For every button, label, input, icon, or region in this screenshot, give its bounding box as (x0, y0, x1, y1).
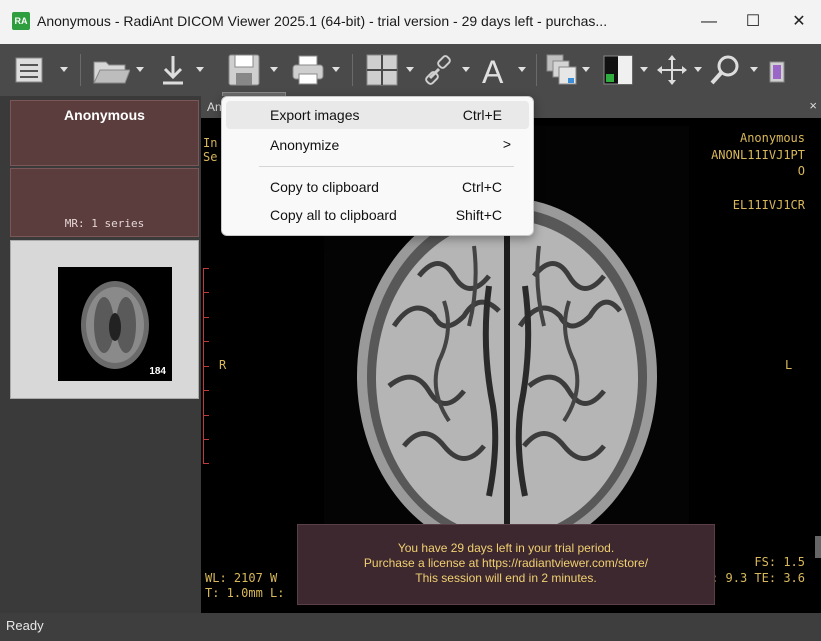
text-annotation-icon[interactable]: A (478, 52, 514, 88)
open-folder-icon[interactable] (90, 52, 130, 88)
series-stack-icon[interactable] (544, 52, 580, 88)
status-text: Ready (6, 618, 44, 633)
close-button[interactable]: ✕ (777, 6, 821, 38)
window-level-icon[interactable] (600, 52, 636, 88)
trial-notice: You have 29 days left in your trial peri… (297, 524, 715, 605)
overlay-top-left-1: In (203, 136, 218, 150)
menu-item-label: Export images (270, 107, 360, 123)
download-icon[interactable] (158, 52, 188, 88)
save-dropdown-menu: Export images Ctrl+E Anonymize > Copy to… (221, 96, 534, 236)
svg-text:A: A (482, 54, 504, 88)
zoom-icon[interactable] (708, 52, 744, 88)
menu-item-label: Copy all to clipboard (270, 207, 397, 223)
overlay-patient-id-cont: O (797, 164, 805, 178)
study-card[interactable]: MR: 1 series (10, 168, 199, 237)
overlay-thickness: T: 1.0mm L: (205, 586, 285, 600)
overlay-window-level: WL: 2107 W (205, 571, 278, 585)
layout-grid-icon[interactable] (364, 52, 400, 88)
menu-item-shortcut: Ctrl+E (462, 107, 502, 123)
viewport-close-icon[interactable]: × (809, 98, 817, 113)
print-icon[interactable] (290, 52, 326, 88)
link-dropdown-arrow[interactable] (462, 67, 470, 72)
zoom-dropdown-arrow[interactable] (750, 67, 758, 72)
title-bar: RA Anonymous - RadiAnt DICOM Viewer 2025… (0, 0, 821, 45)
toolbar-separator (80, 54, 81, 86)
overlay-field-strength: FS: 1.5 (754, 555, 805, 569)
menu-item-shortcut: Ctrl+C (461, 179, 502, 195)
toolbar-separator (536, 54, 537, 86)
patient-card[interactable]: Anonymous (10, 100, 199, 166)
download-dropdown-arrow[interactable] (196, 67, 204, 72)
text-dropdown-arrow[interactable] (518, 67, 526, 72)
trial-notice-line-2: Purchase a license at https://radiantvie… (363, 556, 649, 570)
scale-ruler (203, 268, 210, 464)
pan-dropdown-arrow[interactable] (694, 67, 702, 72)
submenu-arrow-icon: > (502, 136, 511, 152)
menu-item-copy-to-clipboard[interactable]: Copy to clipboard Ctrl+C (226, 173, 529, 201)
save-dropdown-arrow[interactable] (270, 67, 278, 72)
more-tools-icon[interactable] (766, 52, 802, 88)
menu-item-label: Anonymize (270, 137, 340, 153)
print-dropdown-arrow[interactable] (332, 67, 340, 72)
database-dropdown-arrow[interactable] (60, 67, 68, 72)
app-icon: RA (12, 12, 30, 30)
layout-dropdown-arrow[interactable] (406, 67, 414, 72)
toolbar: A (0, 44, 821, 138)
window-title: Anonymous - RadiAnt DICOM Viewer 2025.1 … (37, 13, 608, 29)
viewport-title: An (207, 100, 222, 114)
orientation-right-marker: R (219, 358, 227, 372)
pan-icon[interactable] (654, 52, 690, 88)
menu-item-label: Copy to clipboard (270, 179, 379, 195)
menu-separator (259, 166, 514, 167)
status-bar: Ready (0, 613, 821, 641)
save-icon[interactable] (226, 52, 262, 88)
series-dropdown-arrow[interactable] (582, 67, 590, 72)
maximize-button[interactable]: ☐ (731, 6, 775, 38)
trial-notice-line-3: This session will end in 2 minutes. (415, 571, 597, 585)
image-count-badge: 184 (149, 366, 166, 377)
overlay-institution: EL11IVJ1CR (732, 198, 805, 212)
overlay-tr-te: : 9.3 TE: 3.6 (711, 571, 805, 585)
study-info: MR: 1 series (64, 217, 145, 230)
orientation-left-marker: L (785, 358, 793, 372)
menu-item-export-images[interactable]: Export images Ctrl+E (226, 101, 529, 129)
series-thumbnail-card[interactable]: 184 (10, 240, 199, 399)
overlay-top-left-2: Se (203, 150, 218, 164)
link-icon[interactable] (422, 52, 458, 88)
overlay-patient-name: Anonymous (739, 131, 805, 145)
menu-item-shortcut: Shift+C (455, 207, 502, 223)
database-icon[interactable] (12, 52, 48, 88)
minimize-button[interactable]: — (687, 6, 731, 38)
window-level-dropdown-arrow[interactable] (640, 67, 648, 72)
overlay-patient-id: ANONL11IVJ1PT (711, 148, 805, 162)
open-dropdown-arrow[interactable] (136, 67, 144, 72)
viewport-scroll-grip[interactable] (815, 536, 821, 558)
patient-name: Anonymous (64, 107, 145, 123)
series-thumbnail[interactable]: 184 (58, 267, 172, 381)
trial-notice-line-1: You have 29 days left in your trial peri… (397, 541, 615, 555)
toolbar-separator (352, 54, 353, 86)
menu-item-copy-all-to-clipboard[interactable]: Copy all to clipboard Shift+C (226, 201, 529, 229)
menu-item-anonymize[interactable]: Anonymize > (226, 131, 529, 159)
